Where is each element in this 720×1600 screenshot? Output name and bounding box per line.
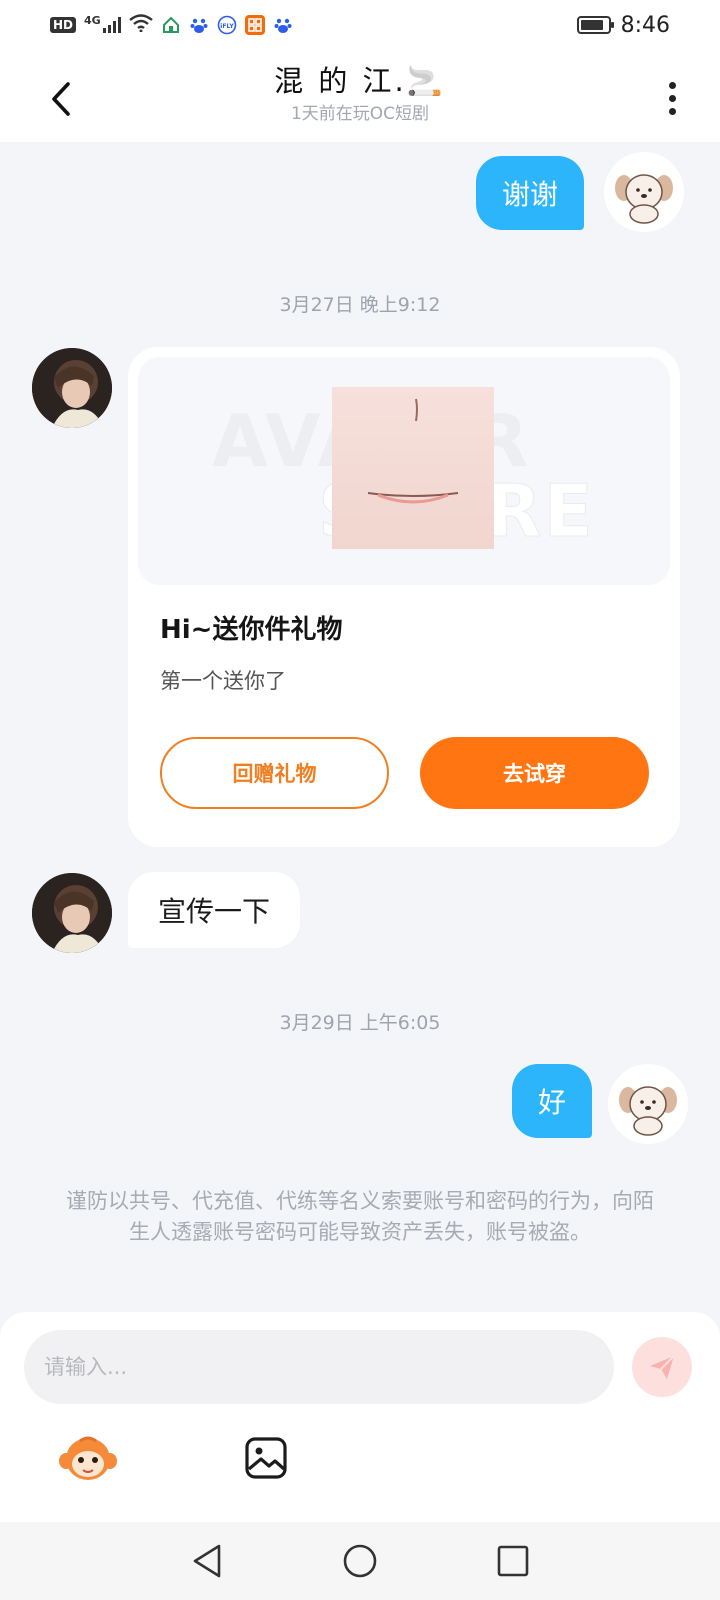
- gift-description: 第一个送你了: [160, 669, 286, 693]
- nav-back-button[interactable]: [177, 1531, 237, 1591]
- avatar-self[interactable]: [604, 152, 684, 232]
- try-on-label: 去试穿: [503, 762, 566, 786]
- baidu-icon: [189, 15, 209, 35]
- nav-recents-button[interactable]: [483, 1531, 543, 1591]
- chat-header: 混 的 江.🚬 1天前在玩OC短剧: [0, 50, 720, 142]
- ifly-icon: iFLY: [217, 15, 237, 35]
- send-icon: [650, 1355, 675, 1379]
- home-app-icon: [161, 15, 181, 35]
- page-title: 混 的 江.🚬: [274, 64, 446, 98]
- gift-preview[interactable]: AVATAR STORE: [138, 357, 670, 585]
- gift-card[interactable]: AVATAR STORE Hi~送你件礼物 第一个送你了 回赠礼物 去试穿: [128, 347, 680, 847]
- header-center: 混 的 江.🚬 1天前在玩OC短剧: [160, 62, 560, 126]
- try-on-button[interactable]: 去试穿: [420, 737, 649, 809]
- clock: 8:46: [620, 12, 670, 38]
- image-icon: [245, 1437, 287, 1479]
- gift-item-image: [332, 387, 494, 549]
- signal-icon: [102, 17, 121, 33]
- status-bar: HD 4G iFLY 8:46: [0, 0, 720, 50]
- chevron-left-icon: [52, 82, 70, 116]
- wifi-icon: [128, 14, 153, 36]
- triangle-back-icon: [193, 1544, 220, 1578]
- message-bubble-sent[interactable]: 谢谢: [476, 156, 584, 230]
- message-text: 谢谢: [501, 178, 558, 211]
- more-options-button[interactable]: [660, 76, 684, 120]
- image-button[interactable]: [236, 1428, 296, 1488]
- message-bubble-sent[interactable]: 好: [512, 1064, 592, 1138]
- avatar-self[interactable]: [608, 1064, 688, 1144]
- system-nav-bar: [0, 1522, 720, 1600]
- return-gift-button[interactable]: 回赠礼物: [160, 737, 389, 809]
- monkey-mascot-icon: [59, 1436, 117, 1480]
- battery-icon: [576, 16, 614, 34]
- page-subtitle: 1天前在玩OC短剧: [290, 104, 430, 124]
- message-input[interactable]: [24, 1330, 614, 1404]
- emoji-sticker-button[interactable]: [58, 1428, 118, 1488]
- message-bubble-received[interactable]: 宣传一下: [128, 872, 300, 948]
- input-panel: [0, 1312, 720, 1522]
- hd-indicator: HD: [50, 17, 77, 33]
- nav-home-button[interactable]: [330, 1531, 390, 1591]
- back-button[interactable]: [36, 74, 86, 124]
- orange-app-icon: [244, 15, 265, 35]
- return-gift-label: 回赠礼物: [232, 762, 317, 786]
- security-warning: 谨防以共号、代充值、代练等名义索要账号和密码的行为，向陌生人透露账号密码可能导致…: [66, 1189, 654, 1244]
- baidu-icon-2: [273, 15, 293, 35]
- avatar-contact[interactable]: [32, 348, 112, 428]
- svg-text:iFLY: iFLY: [220, 23, 234, 30]
- circle-home-icon: [343, 1544, 377, 1578]
- message-text: 好: [537, 1086, 566, 1119]
- timestamp: 3月29日 上午6:05: [279, 1012, 441, 1034]
- avatar-contact[interactable]: [32, 873, 112, 953]
- network-type: 4G: [84, 13, 101, 27]
- timestamp: 3月27日 晚上9:12: [279, 294, 441, 316]
- send-button[interactable]: [632, 1337, 692, 1397]
- message-text: 宣传一下: [157, 895, 270, 928]
- square-recents-icon: [498, 1545, 529, 1577]
- gift-title: Hi~送你件礼物: [160, 615, 343, 645]
